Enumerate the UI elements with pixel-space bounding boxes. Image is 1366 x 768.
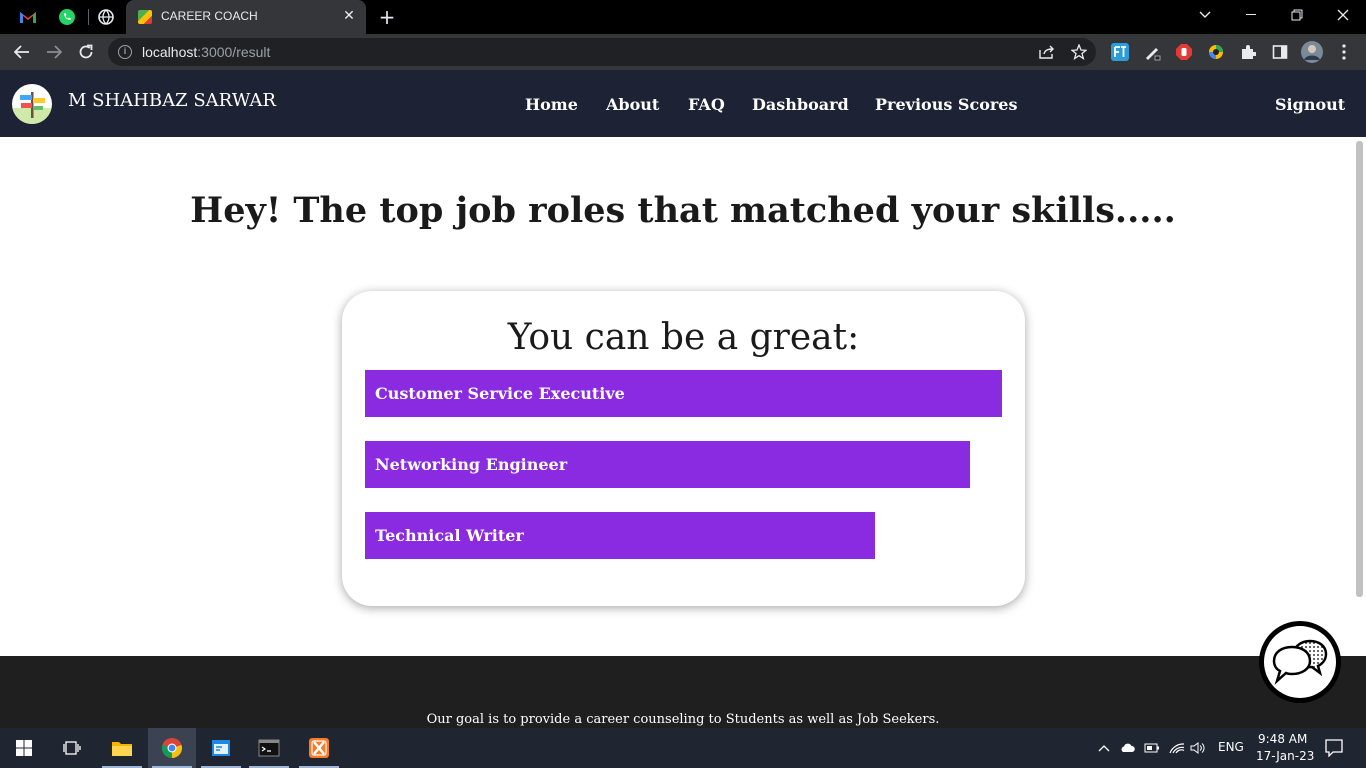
site-footer: Our goal is to provide a career counseli… <box>0 656 1366 728</box>
whatsapp-tab-icon[interactable] <box>56 6 78 28</box>
result-headline: Hey! The top job roles that matched your… <box>190 190 1176 231</box>
volume-icon[interactable] <box>1190 740 1206 756</box>
extension-color-icon[interactable] <box>1206 42 1226 62</box>
side-panel-icon[interactable] <box>1270 42 1290 62</box>
nav-home[interactable]: Home <box>525 95 578 114</box>
signout-link[interactable]: Signout <box>1275 95 1345 114</box>
career-coach-favicon <box>138 10 152 24</box>
role-label: Networking Engineer <box>375 455 568 474</box>
battery-icon[interactable] <box>1144 740 1160 756</box>
extension-adblock-icon[interactable] <box>1174 42 1194 62</box>
role-label: Technical Writer <box>375 526 524 545</box>
browser-toolbar: i localhost:3000/result <box>0 34 1366 70</box>
file-explorer-icon[interactable] <box>98 728 146 768</box>
restore-icon[interactable] <box>1274 0 1320 30</box>
wifi-icon[interactable] <box>1169 740 1185 756</box>
clock-time[interactable]: 9:48 AM <box>1258 732 1307 746</box>
nav-faq[interactable]: FAQ <box>688 95 725 114</box>
card-title: You can be a great: <box>507 317 860 358</box>
address-bar[interactable]: i localhost:3000/result <box>108 38 1096 66</box>
nav-dashboard[interactable]: Dashboard <box>752 95 849 114</box>
tab-separator <box>88 9 89 25</box>
chrome-taskbar-icon[interactable] <box>148 728 196 768</box>
chat-button[interactable] <box>1259 621 1341 703</box>
role-bar-3: Technical Writer <box>365 512 875 559</box>
show-hidden-icons-chevron-icon[interactable] <box>1096 740 1112 756</box>
gmail-tab-icon[interactable] <box>17 6 39 28</box>
role-label: Customer Service Executive <box>375 384 625 403</box>
tab-search-icon[interactable] <box>1182 0 1228 30</box>
forward-arrow-icon[interactable] <box>42 40 66 64</box>
new-tab-button[interactable]: + <box>376 6 398 28</box>
back-arrow-icon[interactable] <box>10 40 34 64</box>
task-view-icon[interactable] <box>48 728 96 768</box>
tab-title: CAREER COACH <box>161 9 258 23</box>
scrollbar-thumb[interactable] <box>1356 141 1363 597</box>
role-bar-1: Customer Service Executive <box>365 370 1002 417</box>
vscode-window-icon[interactable] <box>197 728 245 768</box>
nav-about[interactable]: About <box>606 95 659 114</box>
page-scrollbar[interactable] <box>1352 137 1366 656</box>
minimize-icon[interactable] <box>1228 0 1274 30</box>
windows-start-icon[interactable] <box>0 728 48 768</box>
url-text[interactable]: localhost:3000/result <box>142 44 270 60</box>
share-icon[interactable] <box>1038 43 1056 61</box>
close-tab-icon[interactable]: ✕ <box>340 7 358 25</box>
browser-tabstrip: CAREER COACH ✕ + <box>0 0 1366 34</box>
nav-previous-scores[interactable]: Previous Scores <box>875 95 1017 114</box>
notifications-icon[interactable] <box>1325 739 1343 757</box>
site-navbar: M SHAHBAZ SARWAR Home About FAQ Dashboar… <box>0 70 1366 137</box>
extension-pen-icon[interactable] <box>1142 42 1162 62</box>
clock-date[interactable]: 17-Jan-23 <box>1256 749 1314 763</box>
result-card: You can be a great: Customer Service Exe… <box>342 291 1025 606</box>
terminal-icon[interactable] <box>245 728 293 768</box>
language-indicator[interactable]: ENG <box>1218 740 1244 754</box>
close-window-icon[interactable] <box>1320 0 1366 30</box>
extension-ft-icon[interactable] <box>1110 42 1130 62</box>
site-info-icon[interactable]: i <box>118 45 132 59</box>
windows-taskbar: ENG 9:48 AM 17-Jan-23 <box>0 728 1366 768</box>
globe-tab-icon[interactable] <box>95 6 117 28</box>
brand-name[interactable]: M SHAHBAZ SARWAR <box>68 90 276 111</box>
onedrive-cloud-icon[interactable] <box>1119 740 1135 756</box>
browser-menu-icon[interactable] <box>1334 42 1354 62</box>
footer-tagline: Our goal is to provide a career counseli… <box>426 712 940 727</box>
active-tab[interactable]: CAREER COACH ✕ <box>126 0 366 34</box>
role-bar-2: Networking Engineer <box>365 441 970 488</box>
xampp-icon[interactable] <box>295 728 343 768</box>
profile-avatar[interactable] <box>1300 40 1324 64</box>
bookmark-star-icon[interactable] <box>1070 43 1088 61</box>
chat-bubbles-icon <box>1264 626 1336 698</box>
career-coach-logo[interactable] <box>12 84 52 124</box>
extensions-puzzle-icon[interactable] <box>1238 42 1258 62</box>
reload-icon[interactable] <box>74 40 98 64</box>
